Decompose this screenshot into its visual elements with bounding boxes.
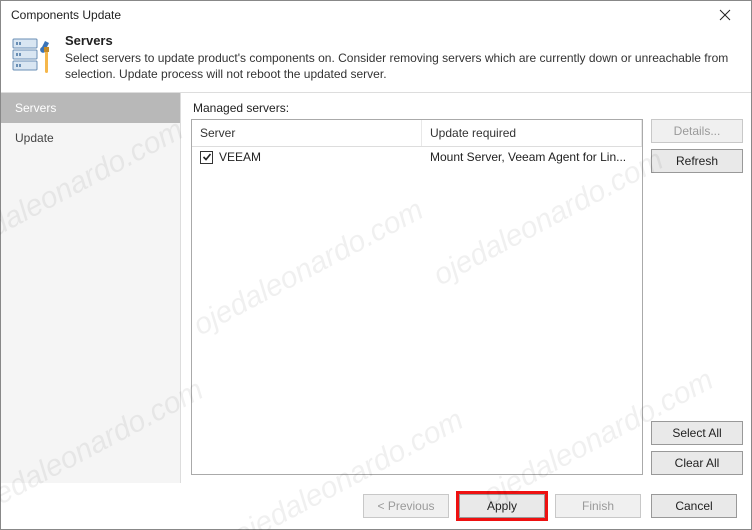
side-buttons: Details... Refresh Select All Clear All — [651, 119, 743, 475]
close-button[interactable] — [705, 1, 745, 29]
select-all-button[interactable]: Select All — [651, 421, 743, 445]
sidebar-item-update[interactable]: Update — [1, 123, 180, 153]
wizard-header: Servers Select servers to update product… — [1, 29, 751, 93]
clear-all-button[interactable]: Clear All — [651, 451, 743, 475]
server-tools-icon — [11, 33, 55, 77]
titlebar: Components Update — [1, 1, 751, 29]
wizard-heading: Servers — [65, 33, 741, 48]
apply-button[interactable]: Apply — [459, 494, 545, 518]
check-icon — [202, 152, 212, 162]
previous-button[interactable]: < Previous — [363, 494, 449, 518]
update-required-cell: Mount Server, Veeam Agent for Lin... — [422, 150, 642, 164]
table-body: VEEAM Mount Server, Veeam Agent for Lin.… — [192, 147, 642, 474]
window-title: Components Update — [11, 8, 705, 22]
refresh-button[interactable]: Refresh — [651, 149, 743, 173]
managed-servers-label: Managed servers: — [193, 101, 743, 115]
column-header-server[interactable]: Server — [192, 120, 422, 146]
finish-button[interactable]: Finish — [555, 494, 641, 518]
table-header: Server Update required — [192, 120, 642, 147]
close-icon — [719, 9, 731, 21]
sidebar-item-label: Update — [15, 131, 54, 145]
servers-table: Server Update required VEEAM Mount Serve — [191, 119, 643, 475]
cancel-button[interactable]: Cancel — [651, 494, 737, 518]
window: Components Update Servers Sel — [0, 0, 752, 530]
table-row[interactable]: VEEAM Mount Server, Veeam Agent for Lin.… — [192, 147, 642, 167]
details-button[interactable]: Details... — [651, 119, 743, 143]
wizard-description: Select servers to update product's compo… — [65, 50, 741, 82]
column-header-update[interactable]: Update required — [422, 120, 642, 146]
server-name: VEEAM — [219, 150, 261, 164]
wizard-steps-sidebar: Servers Update — [1, 93, 181, 483]
sidebar-item-servers[interactable]: Servers — [1, 93, 180, 123]
wizard-footer: < Previous Apply Finish Cancel — [1, 483, 751, 529]
sidebar-item-label: Servers — [15, 101, 56, 115]
main-panel: Managed servers: Server Update required — [181, 93, 751, 483]
wizard-header-text: Servers Select servers to update product… — [65, 33, 741, 82]
wizard-body: Servers Update Managed servers: Server U… — [1, 93, 751, 483]
server-row-checkbox[interactable] — [200, 151, 213, 164]
